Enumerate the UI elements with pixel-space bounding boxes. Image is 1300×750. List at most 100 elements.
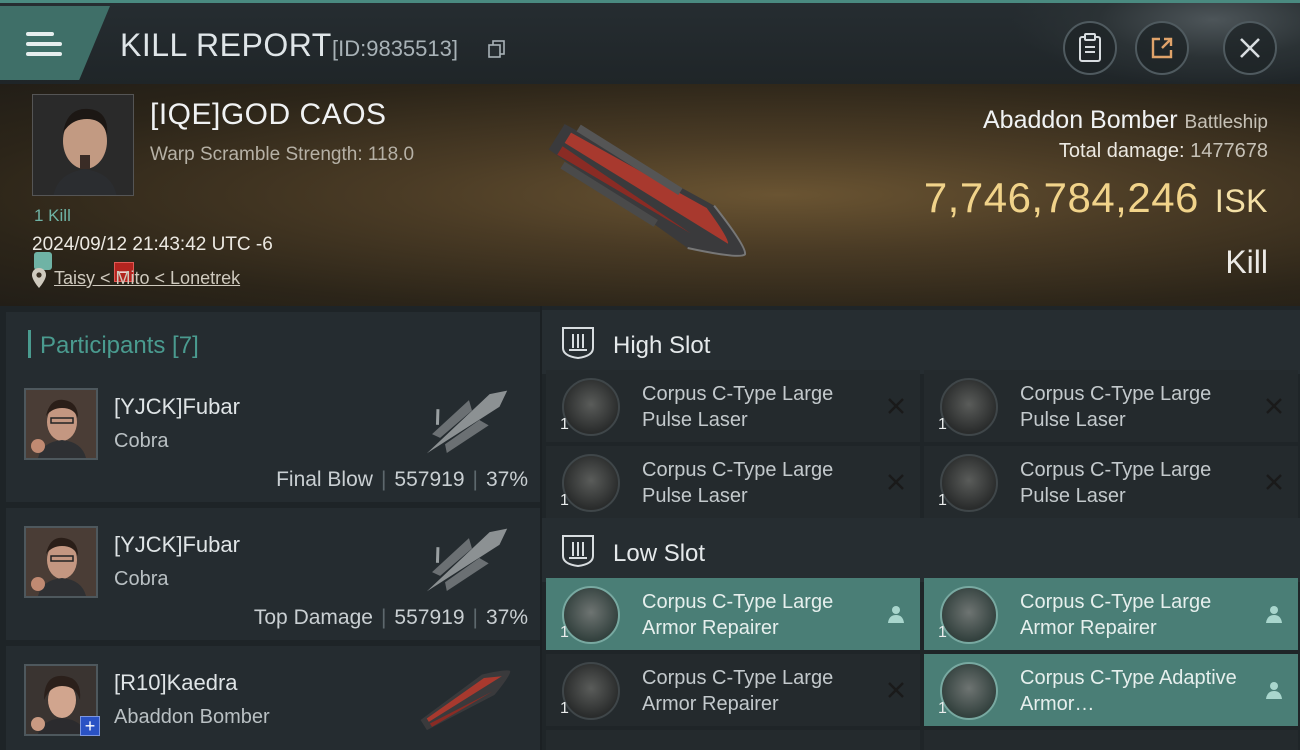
module-name: Corpus C-Type Adaptive Armor… — [1020, 667, 1237, 715]
low-slot-header: Low Slot — [542, 518, 1300, 582]
victim-ship-class: Battleship — [1184, 112, 1268, 133]
total-damage: Total damage: 1477678 — [1059, 140, 1268, 163]
pulse-laser-icon — [562, 454, 620, 512]
participant-row[interactable]: [YJCK]Fubar Cobra Top Damage | 557919 | 37% — [6, 508, 540, 640]
module-item[interactable]: 1 Corpus C-Type Large Pulse Laser — [546, 370, 920, 442]
adaptive-armor-icon — [940, 662, 998, 720]
module-item[interactable]: 1 Corpus C-Type Large Armor Repairer — [924, 578, 1298, 650]
module-item-partial[interactable] — [546, 730, 920, 750]
module-quantity: 1 — [938, 492, 947, 509]
close-button[interactable] — [1223, 21, 1277, 75]
module-quantity: 1 — [938, 700, 947, 717]
share-icon — [1151, 37, 1173, 59]
module-item[interactable]: 1 Corpus C-Type Large Armor Repairer — [546, 654, 920, 726]
fitting-panel: High Slot 1 Corpus C-Type Large Pulse La… — [542, 306, 1300, 750]
destroyed-x-icon — [888, 682, 904, 698]
destroyed-x-icon — [888, 398, 904, 414]
total-damage-label: Total damage: — [1058, 140, 1185, 162]
armor-repairer-icon — [940, 586, 998, 644]
high-slot-title: High Slot — [613, 332, 711, 359]
module-quantity: 1 — [938, 624, 947, 641]
kill-location-link[interactable]: Taisy < Mito < Lonetrek — [54, 268, 240, 289]
low-slot-title: Low Slot — [613, 540, 706, 567]
clipboard-icon — [1079, 33, 1101, 62]
low-slot-icon — [562, 535, 594, 568]
destroyed-x-icon — [888, 474, 904, 490]
participant-avatar[interactable] — [24, 526, 98, 598]
dropped-person-icon — [888, 606, 904, 623]
participant-name[interactable]: [R10]Kaedra — [114, 670, 238, 696]
menu-icon — [26, 32, 62, 60]
result-label: Kill — [1225, 244, 1268, 280]
kill-count: 1 Kill — [34, 206, 71, 225]
module-name: Corpus C-Type Large Armor Repairer — [642, 667, 834, 715]
module-item[interactable]: 1 Corpus C-Type Adaptive Armor… — [924, 654, 1298, 726]
victim-ship-title: Abaddon Bomber Battleship — [983, 106, 1268, 135]
participant-row[interactable]: [YJCK]Fubar Cobra Final Blow | 557919 | 37% — [6, 370, 540, 502]
destroyed-x-icon — [1266, 474, 1282, 490]
participant-tag: Top Damage — [253, 606, 373, 629]
armor-repairer-icon — [562, 662, 620, 720]
pulse-laser-icon — [940, 454, 998, 512]
module-item[interactable]: 1 Corpus C-Type Large Pulse Laser — [924, 446, 1298, 518]
participant-tag: Final Blow — [276, 468, 373, 491]
location-pin-icon — [32, 268, 46, 288]
participant-ship-image — [426, 528, 508, 592]
warp-scramble-strength: Warp Scramble Strength: 118.0 — [150, 144, 415, 165]
participant-avatar-image — [26, 528, 96, 596]
isk-value: 7,746,784,246 ISK — [924, 174, 1268, 222]
participants-title: Participants [7] — [40, 332, 199, 359]
participant-row[interactable]: + [R10]Kaedra Abaddon Bomber — [6, 646, 540, 750]
participant-damage: 557919 — [394, 606, 465, 629]
module-quantity: 1 — [560, 492, 569, 509]
close-icon — [1240, 38, 1260, 58]
module-item[interactable]: 1 Corpus C-Type Large Pulse Laser — [546, 446, 920, 518]
module-quantity: 1 — [560, 416, 569, 433]
isk-amount: 7,746,784,246 — [923, 174, 1199, 221]
participant-avatar-image — [26, 390, 96, 458]
clipboard-button[interactable] — [1063, 21, 1117, 75]
victim-name[interactable]: [IQE]GOD CAOS — [150, 98, 387, 132]
module-item-partial[interactable] — [924, 730, 1298, 750]
share-button[interactable] — [1135, 21, 1189, 75]
pulse-laser-icon — [562, 378, 620, 436]
kill-datetime: 2024/09/12 21:43:42 UTC -6 — [32, 234, 273, 255]
participant-name[interactable]: [YJCK]Fubar — [114, 532, 240, 558]
participant-avatar[interactable] — [24, 388, 98, 460]
armor-repairer-icon — [562, 586, 620, 644]
module-name: Corpus C-Type Large Armor Repairer — [1020, 591, 1212, 639]
report-id: [ID:9835513] — [332, 36, 458, 61]
destroyed-x-icon — [1266, 398, 1282, 414]
participant-damage: 557919 — [394, 468, 465, 491]
participant-stats: Top Damage | 557919 | 37% — [253, 606, 528, 629]
participant-name[interactable]: [YJCK]Fubar — [114, 394, 240, 420]
dropped-person-icon — [1266, 682, 1282, 699]
module-name: Corpus C-Type Large Pulse Laser — [1020, 459, 1212, 507]
friendly-badge-icon: + — [80, 716, 100, 736]
participant-ship: Cobra — [114, 568, 169, 590]
module-name: Corpus C-Type Large Armor Repairer — [642, 591, 834, 639]
victim-ship-name[interactable]: Abaddon Bomber — [983, 106, 1178, 134]
high-slot-header: High Slot — [542, 310, 1300, 374]
participant-percent: 37% — [485, 606, 528, 629]
victim-portrait[interactable] — [32, 94, 134, 196]
participant-percent: 37% — [485, 468, 528, 491]
participants-panel: Participants [7] [YJCK]Fubar Cobra Final… — [0, 306, 540, 750]
module-quantity: 1 — [938, 416, 947, 433]
module-quantity: 1 — [560, 700, 569, 717]
participant-ship: Cobra — [114, 430, 169, 452]
module-item[interactable]: 1 Corpus C-Type Large Armor Repairer — [546, 578, 920, 650]
top-bar: KILL REPORT [ID:9835513] — [0, 0, 1300, 87]
victim-portrait-image — [33, 95, 133, 195]
page-title: KILL REPORT — [120, 27, 332, 63]
copy-icon[interactable] — [488, 40, 506, 58]
dropped-person-icon — [1266, 606, 1282, 623]
participant-ship-image — [426, 390, 508, 454]
menu-button[interactable] — [0, 6, 110, 80]
module-item[interactable]: 1 Corpus C-Type Large Pulse Laser — [924, 370, 1298, 442]
module-quantity: 1 — [560, 624, 569, 641]
victim-ship-image[interactable] — [530, 110, 770, 280]
module-name: Corpus C-Type Large Pulse Laser — [642, 383, 834, 431]
kill-summary: − [IQE]GOD CAOS Warp Scramble Strength: … — [0, 84, 1300, 306]
participant-ship-image — [420, 670, 511, 731]
